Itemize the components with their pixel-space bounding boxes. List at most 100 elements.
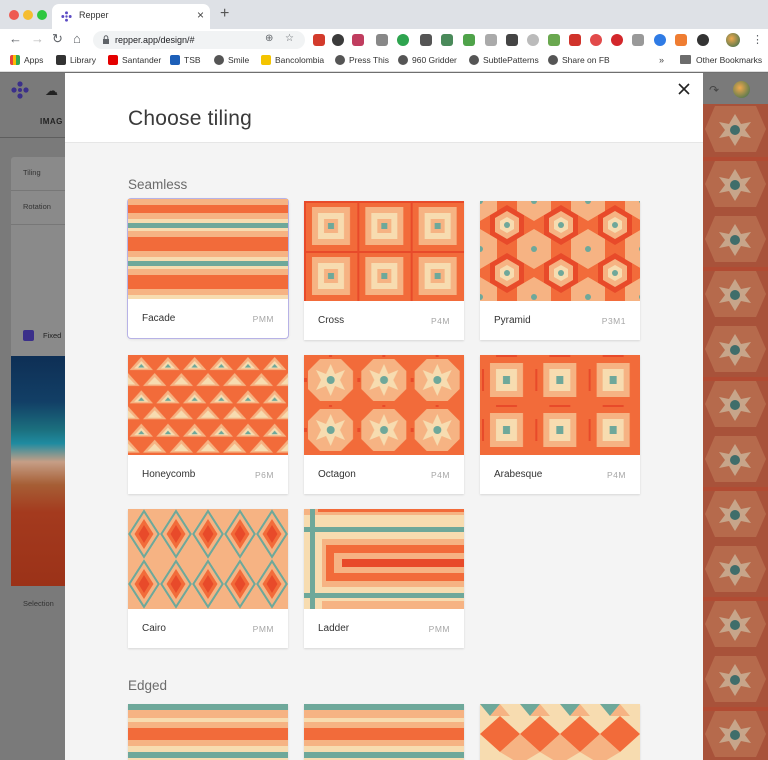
settings-panel: Tiling Rotation Fixed Selection: [11, 157, 65, 608]
tiling-card-cairo[interactable]: Cairo PMM: [128, 509, 288, 648]
tiling-card-honeycomb[interactable]: Honeycomb P6M: [128, 355, 288, 494]
edged-card-1[interactable]: [128, 704, 288, 760]
plus-extension-icon[interactable]: [654, 34, 666, 46]
tiling-name: Ladder: [318, 623, 350, 634]
tiling-name: Octagon: [318, 469, 356, 480]
extension-icon[interactable]: [632, 34, 644, 46]
target-icon[interactable]: [590, 34, 602, 46]
bookmark-share-on-fb[interactable]: Share on FB: [548, 55, 610, 68]
redo-icon[interactable]: ↷: [709, 83, 719, 97]
address-bar[interactable]: repper.app/design/# ⊕ ☆: [93, 31, 305, 49]
bookmark-star-icon[interactable]: ☆: [285, 33, 294, 44]
extension-icon[interactable]: [527, 34, 539, 46]
home-icon[interactable]: ⌂: [73, 31, 81, 46]
pinterest-icon[interactable]: [611, 34, 623, 46]
tab-image[interactable]: IMAG: [40, 117, 63, 126]
whatfont-icon[interactable]: [506, 34, 518, 46]
edged-thumbnail: [480, 704, 640, 760]
edged-card-2[interactable]: [304, 704, 464, 760]
bookmark-tsb[interactable]: TSB: [170, 55, 201, 68]
divider: [0, 137, 65, 138]
globe-icon: [469, 55, 479, 65]
extension-icon[interactable]: [485, 34, 497, 46]
tiling-code: P4M: [607, 470, 626, 480]
pocket-icon[interactable]: [332, 34, 344, 46]
facade-thumbnail: [128, 199, 288, 299]
bookmark-press-this[interactable]: Press This: [335, 55, 389, 68]
forward-icon[interactable]: →: [31, 31, 44, 46]
cloud-icon[interactable]: ☁: [45, 83, 58, 99]
tiling-card-pyramid[interactable]: Pyramid P3M1: [480, 201, 640, 340]
tiling-code: PMM: [252, 314, 274, 324]
tiling-name: Pyramid: [494, 315, 531, 326]
edged-thumbnail: [128, 704, 288, 760]
globe-icon: [335, 55, 345, 65]
arabesque-thumbnail: [480, 355, 640, 455]
extension-icon[interactable]: [441, 34, 453, 46]
repper-logo-icon: [11, 81, 29, 99]
bookmark-library[interactable]: Library: [56, 55, 96, 68]
fixed-checkbox[interactable]: [23, 330, 34, 341]
ladder-thumbnail: [304, 509, 464, 609]
minimize-window-button[interactable]: [23, 10, 33, 20]
add-icon[interactable]: ⊕: [265, 33, 273, 44]
section-title-seamless: Seamless: [128, 177, 188, 192]
extension-icon[interactable]: [376, 34, 388, 46]
tiling-code: PMM: [252, 624, 274, 634]
browser-tab[interactable]: Repper ×: [52, 4, 210, 29]
edged-card-3[interactable]: [480, 704, 640, 760]
tiling-name: Arabesque: [494, 469, 543, 480]
tiling-card-arabesque[interactable]: Arabesque P4M: [480, 355, 640, 494]
bookmark-apps[interactable]: Apps: [10, 55, 43, 68]
reload-icon[interactable]: ↻: [52, 31, 63, 47]
extension-icon[interactable]: [313, 34, 325, 46]
heart-icon[interactable]: [569, 34, 581, 46]
grammarly-icon[interactable]: [397, 34, 409, 46]
tiling-card-ladder[interactable]: Ladder PMM: [304, 509, 464, 648]
pattern-preview-canvas: [703, 104, 768, 760]
bookmarks-bar: Apps Library Santander TSB Smile Bancolo…: [0, 51, 768, 72]
extension-icon[interactable]: [463, 34, 475, 46]
eyedropper-icon[interactable]: [420, 34, 432, 46]
tab-close-icon[interactable]: ×: [197, 8, 204, 22]
bookmark-subtlepatterns[interactable]: SubtlePatterns: [469, 55, 539, 68]
santander-icon: [108, 55, 118, 65]
octagon-thumbnail: [304, 355, 464, 455]
extension-icon[interactable]: [352, 34, 364, 46]
extension-icon[interactable]: [675, 34, 687, 46]
zoom-window-button[interactable]: [37, 10, 47, 20]
edged-thumbnail: [304, 704, 464, 760]
extension-icon[interactable]: [697, 34, 709, 46]
tiling-field[interactable]: Tiling: [11, 157, 65, 191]
close-window-button[interactable]: [9, 10, 19, 20]
honeycomb-thumbnail: [128, 355, 288, 455]
bancolombia-icon: [261, 55, 271, 65]
close-icon[interactable]: [676, 81, 692, 97]
tiling-name: Cross: [318, 315, 345, 326]
browser-toolbar: ← → ↻ ⌂ repper.app/design/# ⊕ ☆ ⋮: [0, 29, 768, 51]
tiling-code: P3M1: [601, 316, 626, 326]
user-avatar[interactable]: [733, 81, 750, 98]
lock-icon: [103, 35, 109, 44]
tiling-card-octagon[interactable]: Octagon P4M: [304, 355, 464, 494]
new-tab-icon[interactable]: +: [220, 5, 229, 23]
extension-icon[interactable]: [548, 34, 560, 46]
other-bookmarks[interactable]: Other Bookmarks: [680, 55, 762, 68]
browser-menu-icon[interactable]: ⋮: [752, 33, 763, 46]
bookmark-smile[interactable]: Smile: [214, 55, 249, 68]
back-icon[interactable]: ←: [9, 31, 22, 46]
library-icon: [56, 55, 66, 65]
pyramid-thumbnail: [480, 201, 640, 301]
bookmark-bancolombia[interactable]: Bancolombia: [261, 55, 324, 68]
tiling-code: P6M: [255, 470, 274, 480]
cross-thumbnail: [304, 201, 464, 301]
rotation-field[interactable]: Rotation: [11, 191, 65, 225]
bookmark-santander[interactable]: Santander: [108, 55, 161, 68]
profile-avatar[interactable]: [726, 33, 740, 47]
tiling-card-facade[interactable]: Facade PMM: [128, 199, 288, 338]
tsb-icon: [170, 55, 180, 65]
tiling-card-cross[interactable]: Cross P4M: [304, 201, 464, 340]
bookmarks-overflow-icon[interactable]: »: [659, 55, 664, 65]
bookmark-960-gridder[interactable]: 960 Gridder: [398, 55, 457, 68]
source-image-preview[interactable]: [11, 356, 65, 586]
